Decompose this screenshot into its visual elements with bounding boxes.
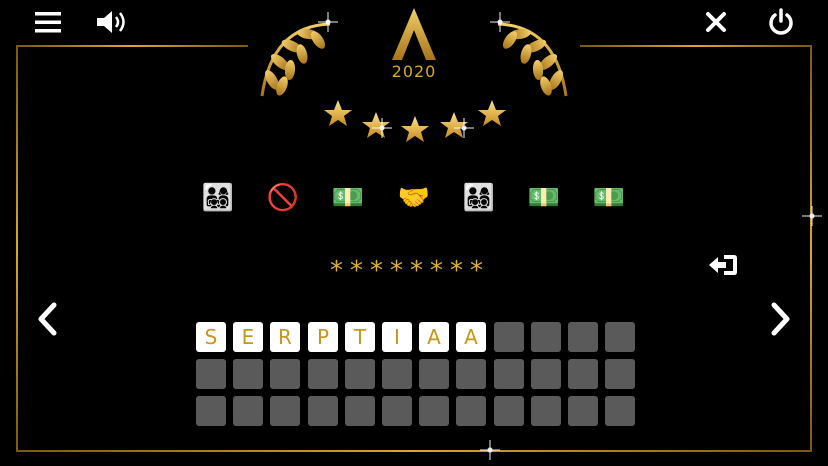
clue-emoji-6: 💵 [527,183,561,213]
empty-tile[interactable] [308,396,338,426]
empty-tile[interactable] [605,359,635,389]
star-icon [478,100,506,126]
clue-emoji-2: 🚫 [266,183,300,213]
empty-tile[interactable] [345,359,375,389]
frame-bottom [16,450,812,452]
chevron-right-icon[interactable] [766,300,796,338]
empty-tile[interactable] [382,396,412,426]
sparkle-decoration [490,12,510,32]
speaker-volume-icon[interactable] [94,7,130,37]
sparkle-decoration [318,12,338,32]
empty-tile[interactable] [531,359,561,389]
frame-right [810,45,812,451]
letter-tile[interactable]: R [270,322,300,352]
letter-tile[interactable]: E [233,322,263,352]
sparkle-decoration [802,206,822,226]
empty-tile[interactable] [270,359,300,389]
letter-tile[interactable]: P [308,322,338,352]
sparkle-decoration [480,440,500,460]
enter-arrow-icon[interactable] [706,250,740,280]
letter-tile[interactable]: S [196,322,226,352]
letter-tile[interactable]: A [419,322,449,352]
empty-tile[interactable] [494,322,524,352]
letter-tile[interactable]: T [345,322,375,352]
answer-mask: ******** [330,256,490,286]
frame-left [16,45,18,451]
clue-emoji-3: 💵 [331,183,365,213]
empty-tile[interactable] [568,359,598,389]
empty-tile[interactable] [196,396,226,426]
power-icon[interactable] [765,6,797,38]
empty-tile[interactable] [568,322,598,352]
clue-emoji-1: 👨‍👩‍👧‍👦 [201,183,235,213]
star-icon [324,100,352,126]
empty-tile[interactable] [605,322,635,352]
award-year-label: 2020 [391,62,437,81]
hamburger-menu-icon[interactable] [33,9,63,35]
empty-tile[interactable] [531,396,561,426]
clue-emoji-4: 🤝 [397,183,431,213]
chevron-left-icon[interactable] [32,300,62,338]
award-trophy-logo [252,6,576,102]
empty-tile[interactable] [233,359,263,389]
game-screen: 2020 👨‍👩‍👧‍👦 🚫 💵 🤝 👨‍👩‍👧‍👦 💵 � [0,0,828,466]
empty-tile[interactable] [531,322,561,352]
empty-tile[interactable] [494,396,524,426]
empty-tile[interactable] [456,359,486,389]
empty-tile[interactable] [419,396,449,426]
frame-top-left [16,45,248,47]
empty-tile[interactable] [345,396,375,426]
letter-tile[interactable]: I [382,322,412,352]
letter-tile[interactable]: A [456,322,486,352]
empty-tile[interactable] [494,359,524,389]
empty-tile[interactable] [308,359,338,389]
empty-tile[interactable] [196,359,226,389]
star-rating [318,96,514,148]
empty-tile[interactable] [270,396,300,426]
empty-tile[interactable] [419,359,449,389]
empty-tile[interactable] [382,359,412,389]
empty-tile[interactable] [568,396,598,426]
empty-tile[interactable] [233,396,263,426]
frame-top-right [580,45,812,47]
clue-emoji-5: 👨‍👩‍👧‍👦 [462,183,496,213]
sparkle-decoration [372,118,392,138]
empty-tile[interactable] [605,396,635,426]
empty-tile[interactable] [456,396,486,426]
sparkle-decoration [454,118,474,138]
close-x-icon[interactable] [702,9,730,35]
clue-emoji-7: 💵 [592,183,626,213]
star-icon [401,116,429,142]
